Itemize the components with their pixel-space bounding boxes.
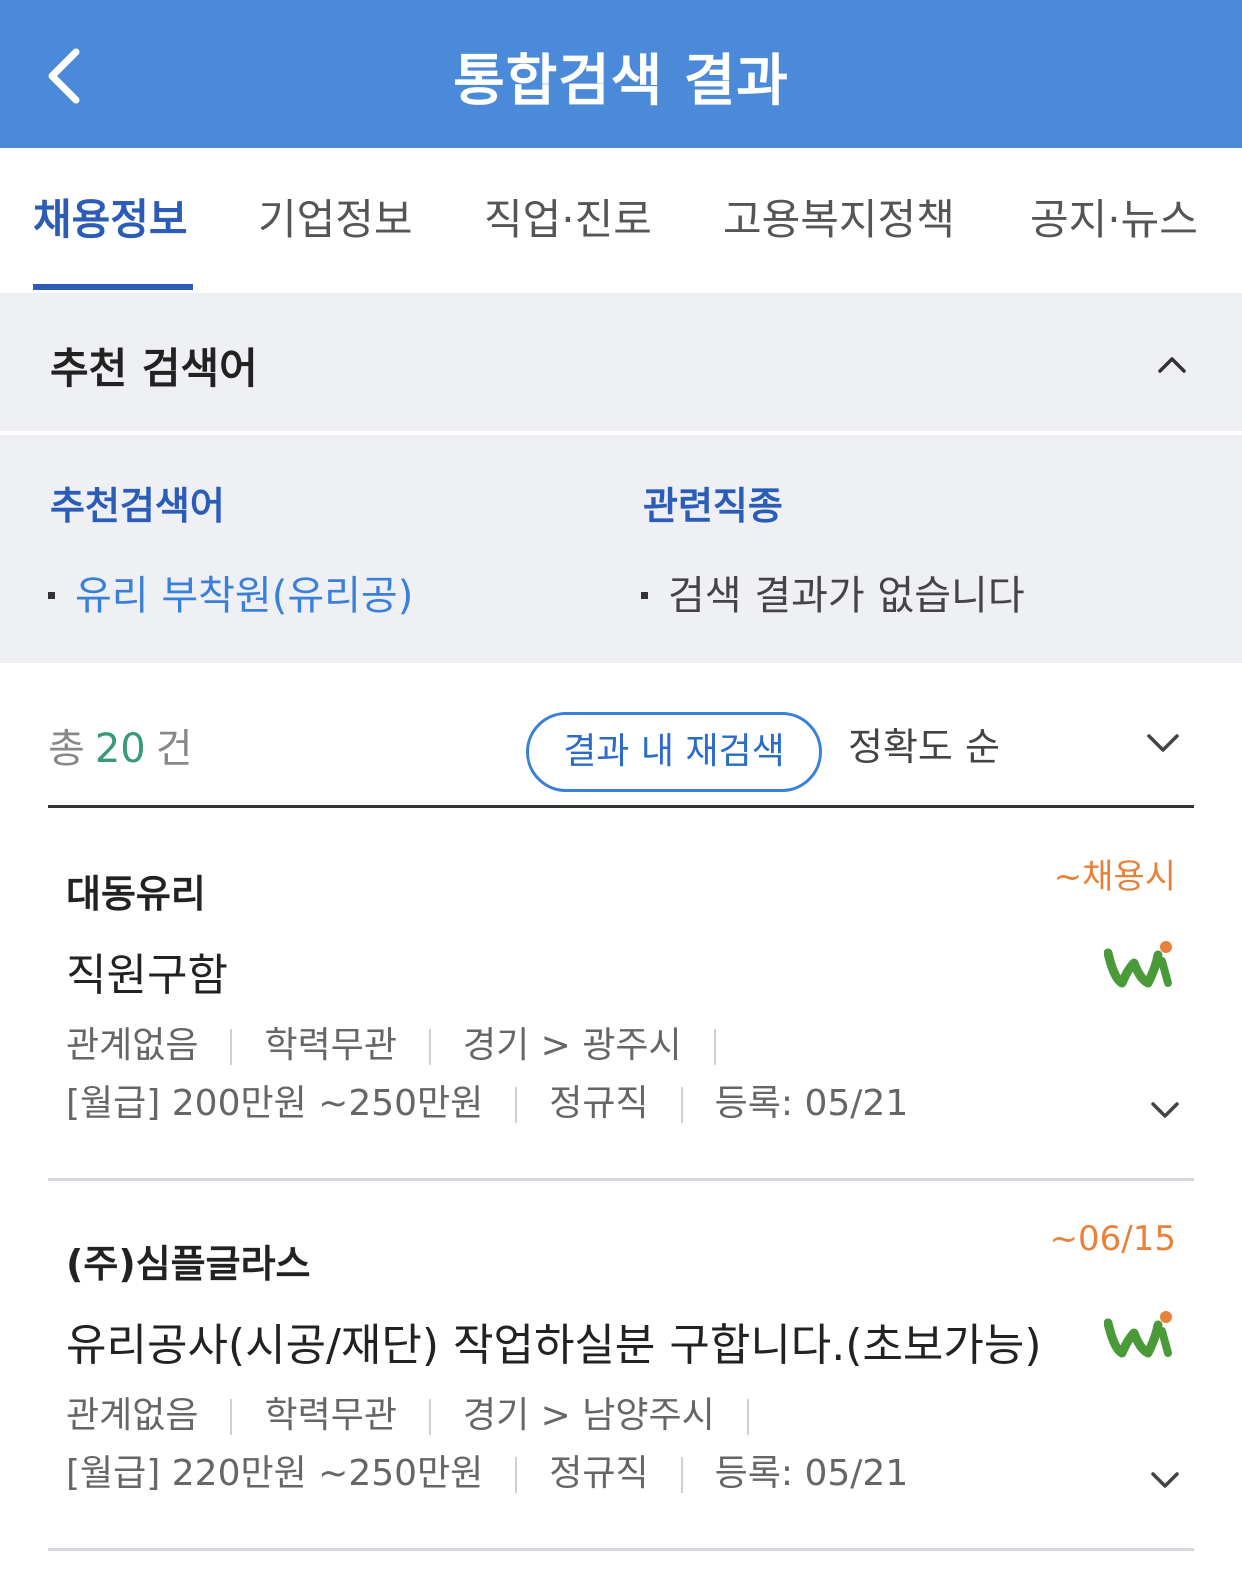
app-header: 통합검색 결과 [0, 0, 1242, 148]
recommend-section-title: 추천 검색어 [50, 344, 258, 393]
salary: [월급] 220만원 ~250만원 [66, 1453, 484, 1494]
divider [515, 1457, 518, 1493]
salary: [월급] 200만원 ~250만원 [66, 1083, 484, 1124]
sort-dropdown[interactable]: 정확도 순 [848, 716, 1000, 771]
education: 학력무관 [264, 1395, 397, 1436]
bullet [48, 591, 55, 599]
divider [230, 1029, 233, 1065]
recommend-keywords-title: 추천검색어 [50, 484, 225, 528]
job-details: [월급] 220만원 ~250만원 정규직 등록: 05/21 [66, 1444, 908, 1496]
total-suffix: 건 [155, 726, 193, 772]
job-conditions: 관계없음 학력무관 경기 > 광주시 [66, 1016, 748, 1068]
expand-button[interactable] [1148, 1097, 1182, 1123]
job-conditions: 관계없음 학력무관 경기 > 남양주시 [66, 1386, 781, 1438]
divider [230, 1399, 233, 1435]
chevron-down-icon [1151, 1472, 1179, 1488]
tab-notice-news[interactable]: 공지·뉴스 [1030, 186, 1198, 247]
related-jobs-title: 관련직종 [643, 484, 783, 528]
tab-job-info[interactable]: 채용정보 [33, 186, 188, 247]
category-tabs: 채용정보 기업정보 직업·진로 고용복지정책 공지·뉴스 [0, 148, 1242, 293]
bullet [641, 591, 648, 599]
collapse-button[interactable] [1152, 345, 1192, 385]
company-name: (주)심플글라스 [66, 1242, 311, 1286]
divider [680, 1457, 683, 1493]
job-listing[interactable]: (주)심플글라스 ~06/15 유리공사(시공/재단) 작업하실분 구합니다.(… [48, 1181, 1194, 1551]
education: 학력무관 [264, 1025, 397, 1066]
sort-dropdown-toggle[interactable] [1143, 728, 1183, 758]
divider [428, 1029, 431, 1065]
recommend-section-header[interactable]: 추천 검색어 [0, 293, 1242, 433]
registered-date: 등록: 05/21 [714, 1453, 909, 1494]
active-tab-indicator [33, 284, 193, 290]
page-title: 통합검색 결과 [453, 49, 789, 114]
deadline: ~06/15 [1049, 1219, 1176, 1259]
location: 경기 > 광주시 [462, 1025, 682, 1066]
tab-company-info[interactable]: 기업정보 [258, 186, 413, 247]
related-jobs-item: 검색 결과가 없습니다 [641, 563, 1025, 621]
recommend-panel: 추천검색어 관련직종 유리 부착원(유리공) 검색 결과가 없습니다 [0, 435, 1242, 663]
tab-welfare-policy[interactable]: 고용복지정책 [723, 186, 955, 247]
divider [713, 1029, 716, 1065]
experience: 관계없음 [66, 1025, 199, 1066]
job-title[interactable]: 직원구함 [66, 939, 228, 1003]
experience: 관계없음 [66, 1395, 199, 1436]
location: 경기 > 남양주시 [462, 1395, 715, 1436]
chevron-down-icon [1151, 1102, 1179, 1118]
registered-date: 등록: 05/21 [714, 1083, 909, 1124]
worknet-logo-icon [1103, 939, 1176, 991]
divider [680, 1087, 683, 1123]
company-name: 대동유리 [66, 872, 206, 916]
result-toolbar: 총 20 건 결과 내 재검색 정확도 순 [48, 700, 1194, 808]
recommend-keyword-item[interactable]: 유리 부착원(유리공) [48, 563, 413, 621]
job-listing[interactable]: 대동유리 ~채용시 직원구함 관계없음 학력무관 경기 > 광주시 [월급] 200… [48, 811, 1194, 1181]
no-results-text: 검색 결과가 없습니다 [668, 573, 1025, 619]
divider [746, 1399, 749, 1435]
total-count: 총 20 건 [48, 716, 193, 774]
divider [428, 1399, 431, 1435]
worknet-logo-icon [1103, 1309, 1176, 1361]
total-count-number: 20 [94, 726, 146, 772]
employment-type: 정규직 [549, 1083, 649, 1124]
total-prefix: 총 [48, 726, 85, 772]
job-details: [월급] 200만원 ~250만원 정규직 등록: 05/21 [66, 1074, 908, 1126]
deadline: ~채용시 [1053, 857, 1176, 897]
chevron-up-icon [1158, 357, 1186, 373]
divider [515, 1087, 518, 1123]
tab-career[interactable]: 직업·진로 [484, 186, 652, 247]
recommend-keyword-link[interactable]: 유리 부착원(유리공) [75, 573, 413, 619]
employment-type: 정규직 [549, 1453, 649, 1494]
job-title[interactable]: 유리공사(시공/재단) 작업하실분 구합니다.(초보가능) [66, 1309, 1042, 1373]
expand-button[interactable] [1148, 1467, 1182, 1493]
chevron-down-icon [1147, 734, 1179, 752]
search-within-results-button[interactable]: 결과 내 재검색 [526, 712, 822, 792]
